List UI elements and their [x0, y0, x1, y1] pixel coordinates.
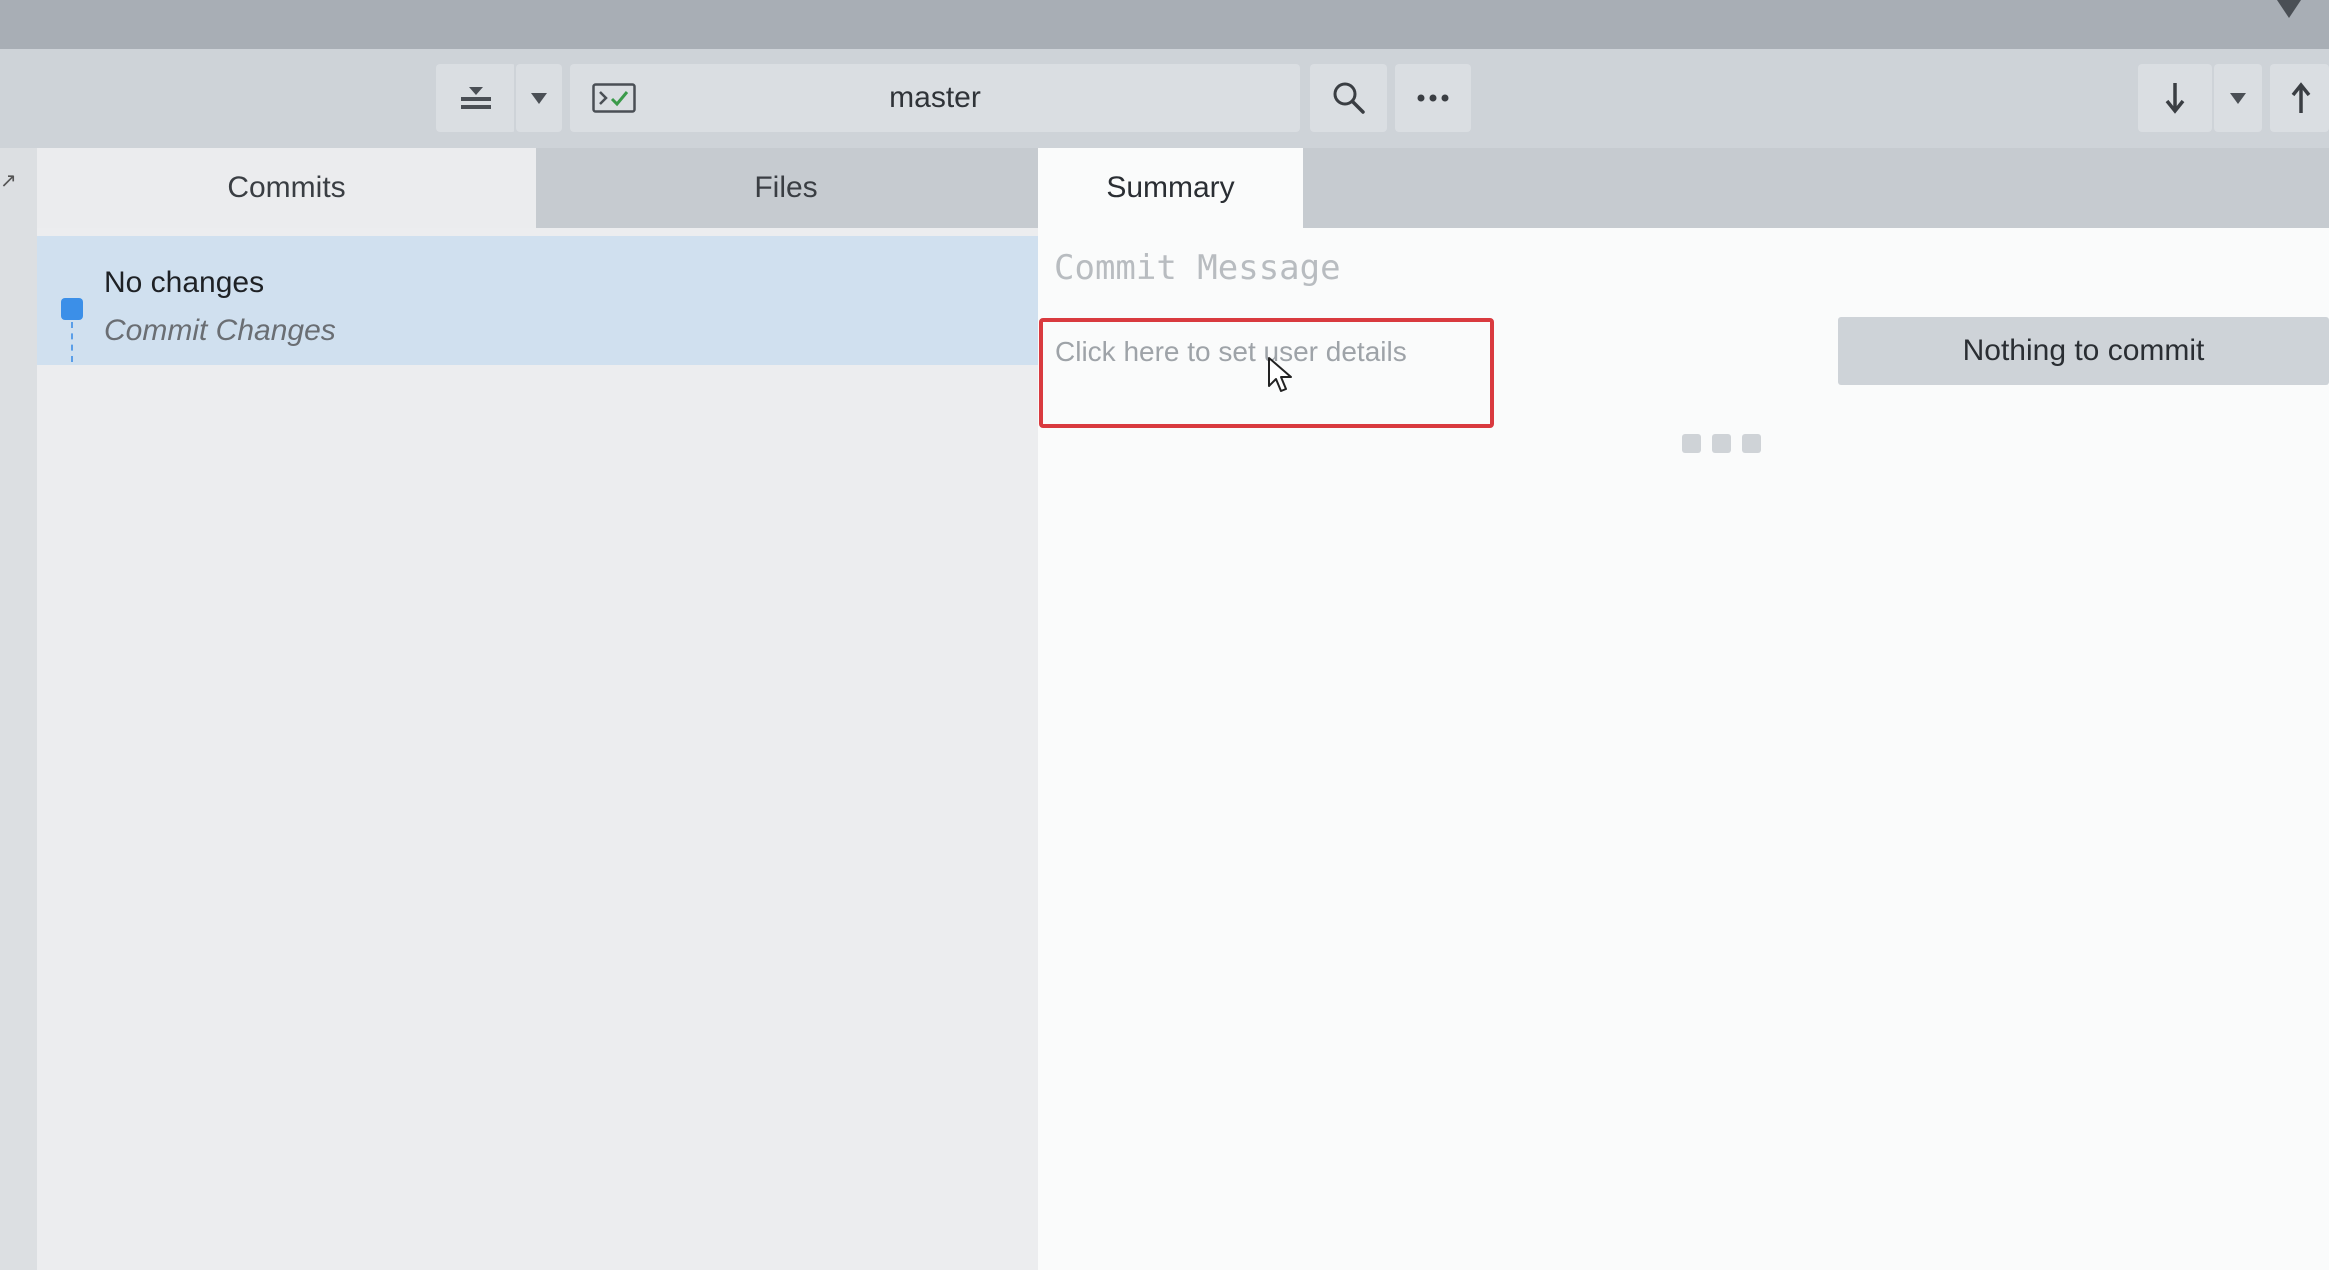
commit-button[interactable]: Nothing to commit [1838, 317, 2329, 385]
list-item[interactable]: No changes Commit Changes [37, 236, 1038, 365]
commit-list: No changes Commit Changes [37, 228, 1038, 1270]
tab-commits[interactable]: Commits [37, 148, 536, 228]
tab-summary[interactable]: Summary [1038, 148, 1303, 228]
sidebar-collapsed[interactable]: ↗ [0, 148, 37, 1270]
more-icon [1417, 94, 1449, 102]
summary-panel: Click here to set user details Nothing t… [1038, 228, 2329, 1270]
stash-button[interactable] [436, 64, 516, 132]
push-button[interactable] [2270, 64, 2329, 132]
loading-dot [1742, 434, 1761, 453]
pull-dropdown-button[interactable] [2214, 64, 2262, 132]
expand-icon[interactable]: ↗ [0, 168, 17, 193]
chevron-down-icon [531, 92, 547, 104]
branch-name: master [889, 81, 981, 114]
tab-bar: Commits Files Summary [37, 148, 2329, 228]
chevron-down-icon [2230, 92, 2246, 104]
graph-line [71, 322, 73, 362]
arrow-down-icon [2165, 83, 2185, 114]
commit-subtitle: Commit Changes [104, 314, 336, 347]
commit-title: No changes [104, 266, 265, 299]
commit-node-icon [61, 298, 83, 320]
commit-message-input[interactable] [1038, 228, 2329, 308]
arrow-up-icon [2291, 82, 2311, 113]
user-details-prompt: Click here to set user details [1055, 336, 1407, 367]
stash-dropdown-button[interactable] [516, 64, 562, 132]
stash-icon [461, 87, 491, 109]
loading-dot [1682, 434, 1701, 453]
window-menu-icon[interactable] [2277, 0, 2301, 18]
search-button[interactable] [1310, 64, 1387, 132]
pull-button[interactable] [2138, 64, 2212, 132]
tab-files[interactable]: Files [536, 148, 1036, 228]
loading-indicator [1682, 434, 1761, 453]
title-bar [0, 0, 2329, 49]
mouse-pointer-icon [1268, 357, 1292, 392]
more-button[interactable] [1395, 64, 1471, 132]
user-details-field[interactable]: Click here to set user details [1039, 318, 1494, 428]
search-icon [1333, 82, 1365, 114]
loading-dot [1712, 434, 1731, 453]
branch-selector[interactable]: master [570, 64, 1300, 132]
toolbar: master [0, 49, 2329, 148]
